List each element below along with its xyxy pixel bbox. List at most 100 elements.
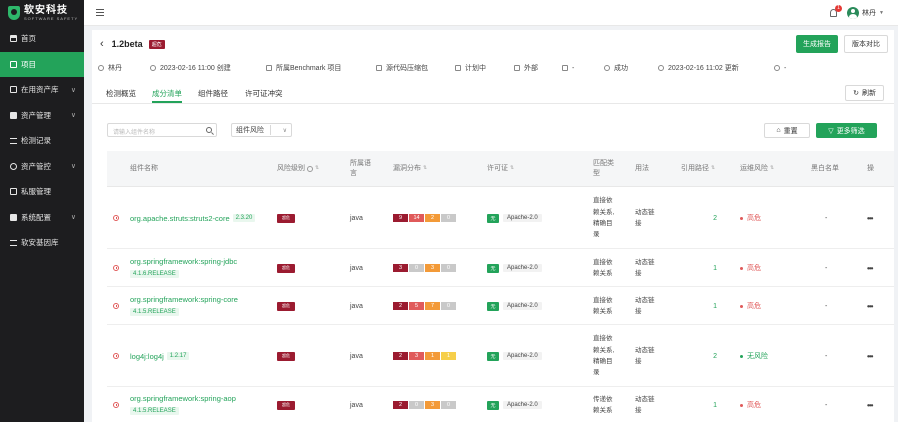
license-risk-badge: 无 (487, 400, 499, 410)
sort-icon[interactable]: ⇅ (770, 165, 774, 173)
asset-library-icon (10, 86, 17, 94)
license-name: Apache-2.0 (503, 264, 542, 272)
match-type-line: 赖关系 (593, 407, 613, 414)
vuln-count: 1 (425, 352, 440, 360)
more-actions-icon[interactable]: ••• (867, 264, 873, 273)
chevron-down-icon: ∨ (70, 112, 76, 120)
col-vuln[interactable]: 漏洞分布 ⇅ (393, 151, 427, 187)
risk-select[interactable]: 组件风险 ∨ (231, 123, 292, 137)
sidebar-item-3[interactable]: 资产管理 ∨ (0, 103, 84, 129)
sidebar-item-label: 资产管理 (21, 110, 51, 120)
component-name-link[interactable]: org.apache.struts:struts2-core (130, 214, 230, 223)
language: java (350, 352, 363, 360)
sort-icon[interactable]: ⇅ (315, 165, 319, 173)
usage-line: 动态链 (635, 208, 655, 216)
chevron-down-icon: ∨ (70, 214, 76, 222)
server-icon (10, 188, 17, 196)
table-row[interactable]: org.springframework:spring-jdbc 4.1.6.REL… (107, 249, 894, 287)
sidebar-item-8[interactable]: 软安基因库 (0, 230, 84, 256)
risk-level-badge: 超危 (277, 301, 295, 311)
table-header: 组件名称 风险级别 ⇅ 所属语言 漏洞分布 ⇅ 许可证 ⇅ 匹配类型 用法 引用路径 ⇅… (107, 151, 894, 187)
usage-line: 接 (635, 220, 642, 227)
vuln-count: 3 (409, 352, 424, 360)
col-license[interactable]: 许可证 ⇅ (487, 151, 514, 187)
search-icon[interactable] (206, 127, 212, 133)
version-compare-button[interactable]: 版本对比 (844, 35, 888, 53)
logo[interactable]: 软安科技 SOFTWARE SAFETY (0, 0, 84, 26)
vuln-count: 0 (409, 401, 424, 409)
col-action: 操 (867, 164, 874, 172)
more-actions-icon[interactable]: ••• (867, 352, 873, 361)
search-placeholder: 请输入组件名称 (113, 130, 156, 136)
sort-icon[interactable]: ⇅ (510, 165, 514, 173)
vuln-count: 2 (393, 302, 408, 310)
topbar: 1 林丹 ▼ (84, 0, 898, 26)
match-type-line: 传递依 (593, 395, 613, 403)
usage-line: 动态链 (635, 346, 655, 354)
more-filter-button[interactable]: ▽ 更多筛选 (816, 123, 877, 138)
path-count-link[interactable]: 2 (713, 215, 717, 222)
col-ops-risk[interactable]: 运维风险 ⇅ (740, 151, 774, 187)
component-name-link[interactable]: log4j:log4j (130, 352, 164, 361)
more-actions-icon[interactable]: ••• (867, 401, 873, 410)
meta-updated: 2023-02-16 11:02 更新 (658, 63, 739, 73)
generate-report-button[interactable]: 生成报告 (796, 35, 838, 53)
col-level[interactable]: 风险级别 ⇅ (277, 151, 319, 187)
meta-created: 2023-02-16 11:00 创建 (150, 63, 231, 73)
table-row[interactable]: log4j:log4j 1.2.17 超危 java 2 3 1 1 无 Apache-2.0 直接… (107, 325, 894, 387)
tab-components[interactable]: 成分清单 (152, 88, 182, 99)
refresh-button[interactable]: ↻ 刷新 (845, 85, 884, 101)
menu-toggle-icon[interactable] (96, 9, 104, 16)
component-name-link[interactable]: org.springframework:spring-aop (130, 393, 236, 405)
clock-icon (658, 65, 664, 71)
meta-source: 源代码压缩包 (376, 63, 428, 73)
path-count-link[interactable]: 1 (713, 303, 717, 310)
control-icon (10, 162, 17, 170)
usage-line: 动态链 (635, 258, 655, 266)
vuln-count: 0 (441, 264, 456, 272)
usage-line: 接 (635, 308, 642, 315)
tab-overview[interactable]: 检测概览 (106, 88, 136, 99)
path-count-link[interactable]: 2 (713, 353, 717, 360)
more-actions-icon[interactable]: ••• (867, 214, 873, 223)
more-actions-icon[interactable]: ••• (867, 302, 873, 311)
logo-subtitle: SOFTWARE SAFETY (24, 15, 79, 21)
component-name-link[interactable]: org.springframework:spring-jdbc (130, 256, 237, 268)
reset-button[interactable]: ⌂ 重置 (764, 123, 810, 138)
bell-icon[interactable]: 1 (830, 4, 843, 17)
sidebar-item-2[interactable]: 在用资产库 ∨ (0, 77, 84, 103)
table-row[interactable]: org.springframework:spring-core 4.1.5.REL… (107, 287, 894, 325)
tab-component-path[interactable]: 组件路径 (198, 88, 228, 99)
warning-icon (113, 215, 119, 221)
table-row[interactable]: org.apache.struts:struts2-core 2.3.20 超危 ja… (107, 187, 894, 249)
sidebar-item-1[interactable]: 项目 (0, 51, 84, 77)
component-name-link[interactable]: org.springframework:spring-core (130, 294, 238, 306)
search-input[interactable]: 请输入组件名称 (107, 123, 217, 137)
sidebar-item-4[interactable]: 检测记录 (0, 128, 84, 154)
language: java (350, 214, 363, 222)
notification-badge: 1 (835, 4, 843, 12)
vuln-count: 5 (409, 302, 424, 310)
match-type-line: 录 (593, 369, 600, 377)
tab-license-conflict[interactable]: 许可证冲突 (245, 88, 283, 99)
sidebar-item-5[interactable]: 资产管控 ∨ (0, 154, 84, 180)
path-count-link[interactable]: 1 (713, 402, 717, 409)
project-meta: 林丹 2023-02-16 11:00 创建 所属Benchmark 项目 源代… (92, 60, 894, 76)
user-menu[interactable]: 林丹 ▼ (847, 6, 884, 19)
path-count-link[interactable]: 1 (713, 265, 717, 272)
sort-icon[interactable]: ⇅ (711, 165, 715, 173)
match-type-line: 直接依 (593, 197, 613, 205)
sidebar-item-6[interactable]: 私服管理 (0, 179, 84, 205)
col-path[interactable]: 引用路径 ⇅ (681, 151, 715, 187)
sidebar-item-7[interactable]: 系统配置 ∨ (0, 205, 84, 231)
back-arrow-icon[interactable]: ‹ (100, 38, 104, 50)
sidebar-item-label: 项目 (21, 59, 36, 69)
warning-icon (113, 303, 119, 309)
active-tab-indicator (152, 101, 182, 103)
sort-icon[interactable]: ⇅ (423, 165, 427, 173)
sidebar-item-0[interactable]: 首页 (0, 26, 84, 52)
table-row[interactable]: org.springframework:spring-aop 4.1.5.RELE… (107, 387, 894, 422)
language: java (350, 302, 363, 310)
whitelist-value: - (825, 401, 828, 409)
sidebar-item-label: 检测记录 (21, 136, 51, 146)
